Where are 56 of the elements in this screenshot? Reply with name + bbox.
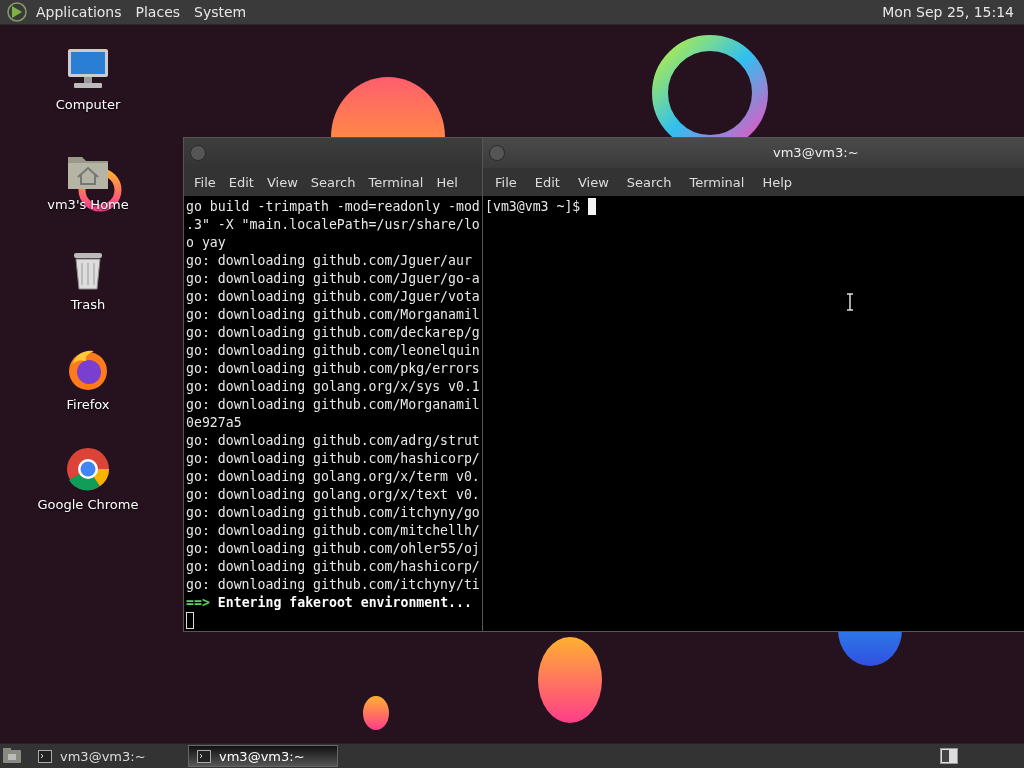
terminal-line: o yay (186, 234, 227, 252)
menu-item[interactable]: Search (618, 171, 680, 193)
panel-menu[interactable]: Applications (30, 2, 128, 22)
terminal-line: go: downloading github.com/Morganamil (186, 396, 480, 414)
panel-menu[interactable]: Places (129, 2, 187, 22)
icon-label[interactable]: Trash (70, 297, 106, 312)
menu-item[interactable]: Hel (430, 171, 464, 193)
terminal-icon (197, 749, 211, 763)
workspace-switcher-icon[interactable] (940, 748, 958, 764)
terminal-line: go: downloading golang.org/x/text v0. (186, 486, 480, 504)
terminal-line: go: downloading github.com/itchyny/go (186, 504, 480, 522)
logo-icon[interactable] (6, 1, 28, 23)
menu-item[interactable]: Terminal (362, 171, 430, 193)
icon-label[interactable]: vm3's Home (47, 197, 129, 212)
taskbar-button[interactable]: vm3@vm3:~ (30, 745, 180, 767)
terminal-line: Entering fakeroot environment... (217, 594, 472, 612)
terminal-line: go build -trimpath -mod=readonly -mod (186, 198, 480, 216)
menu-item[interactable]: Search (304, 171, 362, 193)
terminal-line: go: downloading github.com/Jguer/aur (186, 252, 473, 270)
terminal-line: go: downloading github.com/pkg/errors (186, 360, 480, 378)
terminal-line: go: downloading github.com/ohler55/oj (186, 540, 480, 558)
menu-item[interactable]: Terminal (681, 171, 753, 193)
menu-item[interactable]: Edit (222, 171, 260, 193)
panel-menu[interactable]: System (188, 2, 253, 22)
terminal-line: go: downloading github.com/deckarep/g (186, 324, 480, 342)
terminal-line: 0e927a5 (186, 414, 243, 432)
terminal-line: go: downloading github.com/Jguer/go-a (186, 270, 480, 288)
icon-label[interactable]: Google Chrome (37, 497, 139, 512)
terminal-icon (38, 749, 52, 763)
terminal-line: go: downloading github.com/mitchellh/ (186, 522, 480, 540)
terminal-line: go: downloading github.com/hashicorp/ (186, 450, 480, 468)
terminal-line: go: downloading golang.org/x/term v0. (186, 468, 480, 486)
text-select-pointer-icon (846, 293, 854, 311)
window-title: vm3@vm3:~ (773, 145, 859, 160)
terminal-line: .3" -X "main.localePath=/usr/share/lo (186, 216, 480, 234)
menu-item[interactable]: Help (754, 171, 801, 193)
taskbar-button[interactable]: vm3@vm3:~ (188, 745, 338, 767)
terminal-line: go: downloading github.com/itchyny/ti (186, 576, 480, 594)
arrow-marker: ==> (186, 594, 210, 612)
menu-item[interactable]: Edit (526, 171, 568, 193)
shell-prompt: [vm3@vm3 ~]$ (485, 198, 581, 216)
clock[interactable]: Mon Sep 25, 15:14 (878, 4, 1018, 20)
terminal-line: go: downloading github.com/Jguer/vota (186, 288, 480, 306)
terminal-line: go: downloading github.com/Morganamil (186, 306, 480, 324)
icon-label[interactable]: Computer (55, 97, 121, 112)
terminal-line: go: downloading github.com/hashicorp/ (186, 558, 480, 576)
menu-item[interactable]: View (260, 171, 304, 193)
terminal-line: go: downloading github.com/leonelquin (186, 342, 480, 360)
chrome-icon[interactable] (64, 445, 112, 493)
icon-label[interactable]: Firefox (66, 397, 110, 412)
menu-item[interactable]: View (569, 171, 617, 193)
show-desktop-icon[interactable] (2, 747, 22, 765)
terminal-line: go: downloading golang.org/x/sys v0.1 (186, 378, 480, 396)
terminal-line: go: downloading github.com/adrg/strut (186, 432, 480, 450)
menu-item[interactable]: File (487, 171, 525, 193)
menu-item[interactable]: File (188, 171, 222, 193)
